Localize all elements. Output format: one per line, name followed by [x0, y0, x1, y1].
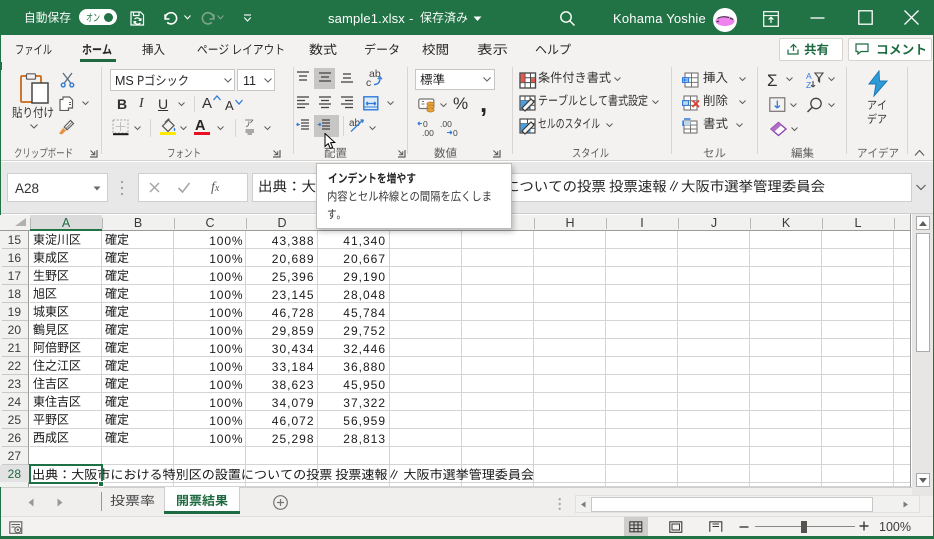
svg-text:c: c [366, 77, 371, 88]
svg-text:0: 0 [453, 128, 458, 137]
svg-text:Z: Z [806, 80, 811, 89]
svg-text:.00: .00 [440, 119, 452, 129]
svg-text:.00: .00 [422, 128, 434, 137]
